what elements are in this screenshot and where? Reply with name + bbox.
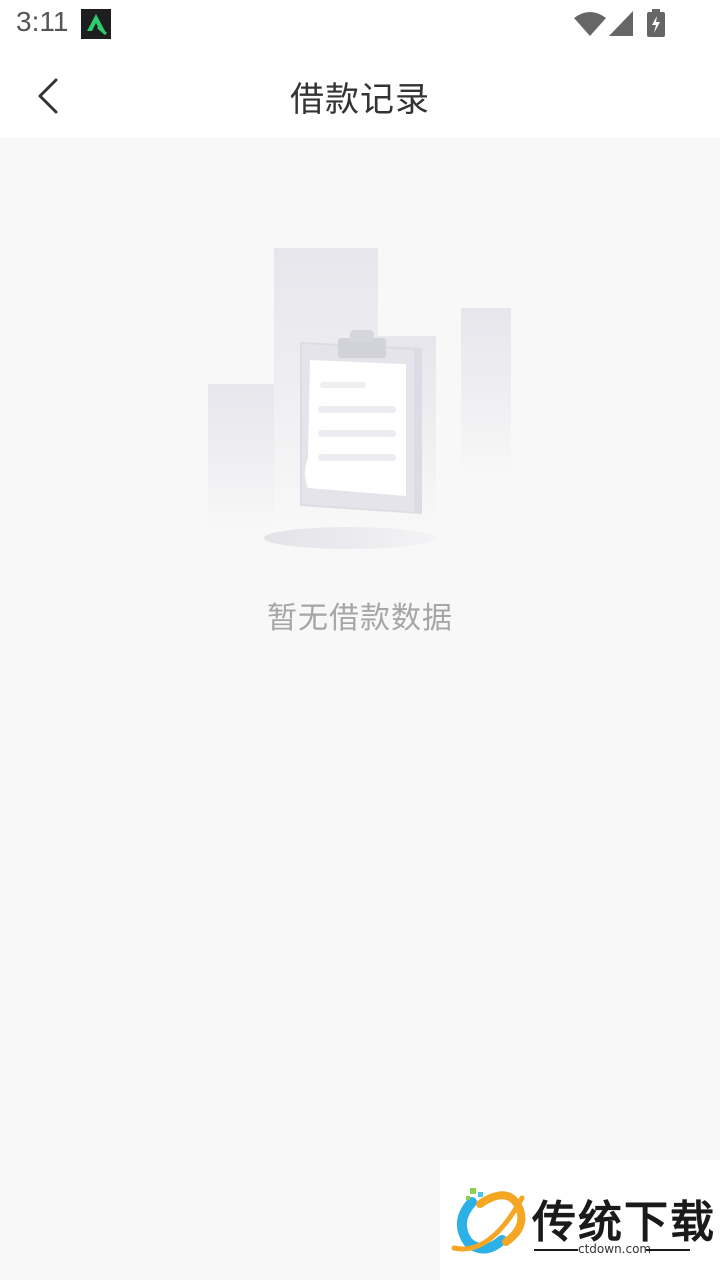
empty-clipboard-illustration (208, 248, 511, 549)
watermark-logo-icon (451, 1188, 526, 1254)
header-bar: 借款记录 (0, 50, 720, 138)
wifi-icon (574, 12, 606, 36)
status-time: 3:11 (16, 6, 69, 37)
watermark: 传统下载 ctdown.com (440, 1160, 720, 1280)
watermark-url: ctdown.com (578, 1242, 652, 1256)
empty-state-message: 暂无借款数据 (267, 601, 453, 636)
watermark-title: 传统下载 (532, 1197, 716, 1248)
main-content: 暂无借款数据 (0, 138, 720, 1280)
page-title: 借款记录 (290, 80, 430, 120)
watermark-divider-right (646, 1249, 690, 1251)
app-notification-icon (81, 9, 111, 39)
battery-charging-icon (647, 9, 665, 37)
signal-icon (609, 11, 633, 36)
watermark-divider-left (534, 1249, 578, 1251)
status-bar: 3:11 (0, 0, 720, 50)
